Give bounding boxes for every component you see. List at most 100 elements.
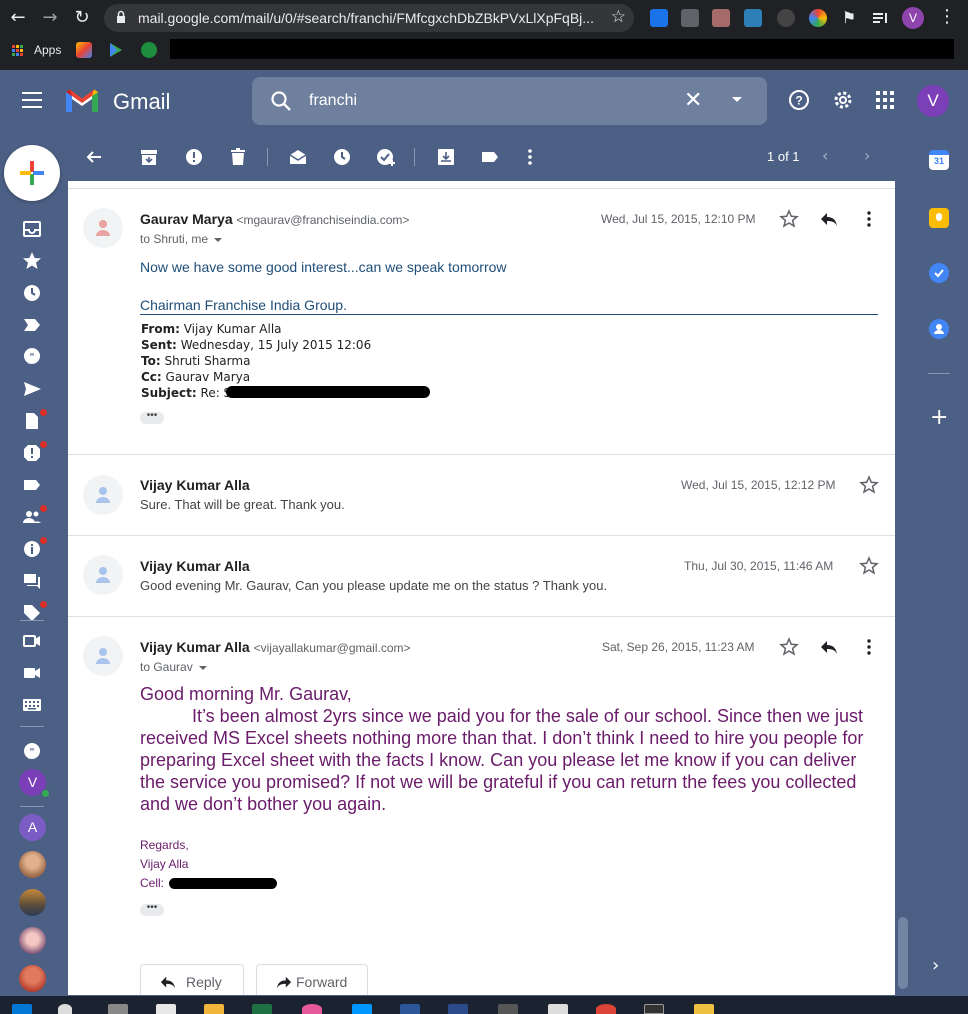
drafts-icon[interactable]	[22, 411, 42, 431]
search-icon[interactable]	[270, 90, 292, 112]
sent-icon[interactable]	[22, 379, 42, 399]
search-taskbar-icon[interactable]	[58, 1004, 72, 1014]
back-arrow-icon[interactable]: ←	[6, 6, 30, 30]
main-menu-icon[interactable]	[22, 92, 42, 108]
add-to-tasks-icon[interactable]	[376, 147, 396, 167]
extension-icon[interactable]	[777, 9, 795, 27]
contacts-icon[interactable]	[929, 319, 949, 339]
gmail-logo-icon[interactable]	[64, 88, 100, 114]
message-snippet[interactable]: Good evening Mr. Gaurav, Can you please …	[140, 578, 607, 593]
important-icon[interactable]	[22, 315, 42, 335]
message-snippet[interactable]: Sure. That will be great. Thank you.	[140, 497, 345, 512]
extension-icon[interactable]	[712, 9, 730, 27]
taskbar-app-icon[interactable]	[156, 1004, 176, 1014]
keep-notes-icon[interactable]	[929, 208, 949, 228]
forward-button[interactable]: Forward	[256, 964, 368, 995]
file-explorer-taskbar-icon[interactable]	[694, 1004, 714, 1014]
color-extension-icon[interactable]	[809, 9, 827, 27]
excel-taskbar-icon[interactable]	[252, 1004, 272, 1014]
compose-button[interactable]	[4, 145, 60, 201]
bookmark-star-icon[interactable]: ☆	[611, 7, 626, 27]
show-trimmed-content-button[interactable]: •••	[140, 411, 164, 424]
star-icon[interactable]	[779, 637, 799, 657]
bookmark-icon[interactable]	[141, 42, 157, 58]
chrome-menu-icon[interactable]: ⋮	[938, 6, 956, 27]
extension-icon[interactable]	[681, 9, 699, 27]
search-options-icon[interactable]	[732, 97, 742, 102]
get-addons-plus-icon[interactable]: +	[930, 405, 948, 430]
newer-chevron-icon[interactable]: ‹	[822, 146, 828, 165]
contact-photo-avatar[interactable]	[19, 889, 46, 916]
hide-side-panel-chevron-icon[interactable]: ›	[932, 955, 939, 976]
task-view-icon[interactable]	[108, 1004, 128, 1014]
taskbar-app-icon[interactable]	[548, 1004, 568, 1014]
updates-info-icon[interactable]	[22, 539, 42, 559]
calendar-icon[interactable]: 31	[929, 150, 949, 170]
apps-bookmark[interactable]: Apps	[34, 43, 61, 57]
reply-button[interactable]: Reply	[140, 964, 244, 995]
reply-icon[interactable]	[819, 637, 839, 657]
forward-arrow-icon[interactable]: →	[38, 6, 62, 30]
browser-profile-avatar[interactable]: V	[902, 7, 924, 29]
vscode-taskbar-icon[interactable]	[352, 1004, 372, 1014]
older-chevron-icon[interactable]: ›	[864, 146, 870, 165]
join-meeting-icon[interactable]	[22, 663, 42, 683]
windows-start-icon[interactable]	[12, 1004, 32, 1014]
account-avatar[interactable]: V	[917, 85, 949, 117]
contact-photo-avatar[interactable]	[19, 927, 46, 954]
star-icon[interactable]	[779, 209, 799, 229]
help-icon[interactable]: ?	[788, 89, 810, 111]
bookmark-icon[interactable]	[76, 42, 92, 58]
message-sender[interactable]: Gaurav Marya <mgaurav@franchiseindia.com…	[140, 211, 409, 227]
snooze-clock-icon[interactable]	[332, 147, 352, 167]
move-to-icon[interactable]	[436, 147, 456, 167]
chat-bubble-icon[interactable]: "	[22, 347, 42, 367]
address-bar[interactable]: mail.google.com/mail/u/0/#search/franchi…	[104, 4, 634, 32]
star-icon[interactable]	[859, 475, 879, 495]
show-trimmed-content-button[interactable]: •••	[140, 903, 164, 916]
reload-icon[interactable]: ↻	[70, 6, 94, 30]
star-icon[interactable]	[859, 556, 879, 576]
clear-search-icon[interactable]: ✕	[684, 88, 702, 113]
chrome-taskbar-icon[interactable]	[596, 1004, 616, 1014]
message-sender[interactable]: Vijay Kumar Alla <vijayallakumar@gmail.c…	[140, 639, 411, 655]
taskbar-app-icon[interactable]	[498, 1004, 518, 1014]
label-icon[interactable]	[22, 475, 42, 495]
snoozed-clock-icon[interactable]	[22, 283, 42, 303]
sender-name[interactable]: Vijay Kumar Alla	[140, 558, 250, 574]
labels-icon[interactable]	[480, 147, 500, 167]
report-spam-icon[interactable]	[184, 147, 204, 167]
apps-grid-icon[interactable]	[12, 45, 24, 57]
thread-scrollbar[interactable]	[898, 917, 908, 989]
puzzle-extensions-icon[interactable]: ⚑	[840, 9, 858, 27]
spam-icon[interactable]	[22, 443, 42, 463]
more-options-icon[interactable]	[859, 637, 879, 657]
delete-trash-icon[interactable]	[228, 147, 248, 167]
reply-icon[interactable]	[819, 209, 839, 229]
contact-avatar[interactable]: A	[19, 814, 46, 841]
keyboard-icon[interactable]	[22, 695, 42, 715]
settings-gear-icon[interactable]	[832, 89, 854, 111]
google-play-icon[interactable]	[108, 42, 124, 58]
taskbar-app-icon[interactable]	[204, 1004, 224, 1014]
taskbar-app-icon[interactable]	[448, 1004, 468, 1014]
recipients-dropdown[interactable]: to Gaurav	[140, 660, 207, 674]
back-to-search-icon[interactable]	[84, 147, 104, 167]
search-bar[interactable]: franchi ✕	[252, 77, 767, 125]
hangouts-icon[interactable]: "	[22, 742, 42, 762]
contact-photo-avatar[interactable]	[19, 851, 46, 878]
search-input[interactable]: franchi	[309, 92, 357, 110]
media-controls-icon[interactable]	[871, 9, 889, 27]
terminal-taskbar-icon[interactable]	[644, 1004, 664, 1014]
google-apps-icon[interactable]	[874, 89, 896, 111]
starred-icon[interactable]	[22, 251, 42, 271]
more-options-icon[interactable]	[520, 147, 540, 167]
social-people-icon[interactable]	[22, 507, 42, 527]
archive-icon[interactable]	[139, 147, 159, 167]
word-taskbar-icon[interactable]	[400, 1004, 420, 1014]
inbox-icon[interactable]	[22, 219, 42, 239]
dropbox-extension-icon[interactable]	[650, 9, 668, 27]
contact-photo-avatar[interactable]	[19, 965, 46, 992]
mark-unread-icon[interactable]	[288, 147, 308, 167]
more-options-icon[interactable]	[859, 209, 879, 229]
